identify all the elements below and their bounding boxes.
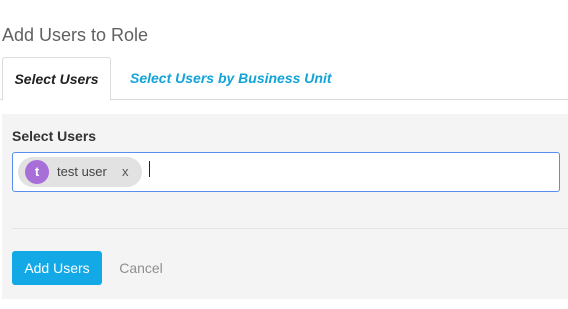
user-avatar: t — [25, 160, 49, 184]
tab-strip: Select Users Select Users by Business Un… — [0, 57, 568, 101]
selected-user-chip: t test user x — [18, 157, 142, 187]
cancel-button[interactable]: Cancel — [116, 251, 166, 285]
remove-user-button[interactable]: x — [122, 157, 129, 187]
add-users-button[interactable]: Add Users — [12, 251, 102, 285]
user-multi-select[interactable]: t test user x — [12, 152, 560, 192]
form-divider — [12, 228, 568, 229]
page-title: Add Users to Role — [2, 25, 149, 45]
add-users-to-role-page: Add Users to Role Select Users Select Us… — [0, 0, 568, 309]
select-users-label: Select Users — [12, 128, 97, 144]
user-search-input[interactable] — [147, 159, 547, 185]
tab-select-users-by-business-unit[interactable]: Select Users by Business Unit — [130, 57, 332, 100]
tab-select-users[interactable]: Select Users — [2, 57, 111, 101]
select-users-panel: Select Users t test user x Add Users Can… — [2, 114, 568, 299]
selected-user-name: test user — [57, 164, 107, 179]
text-cursor — [149, 161, 150, 177]
